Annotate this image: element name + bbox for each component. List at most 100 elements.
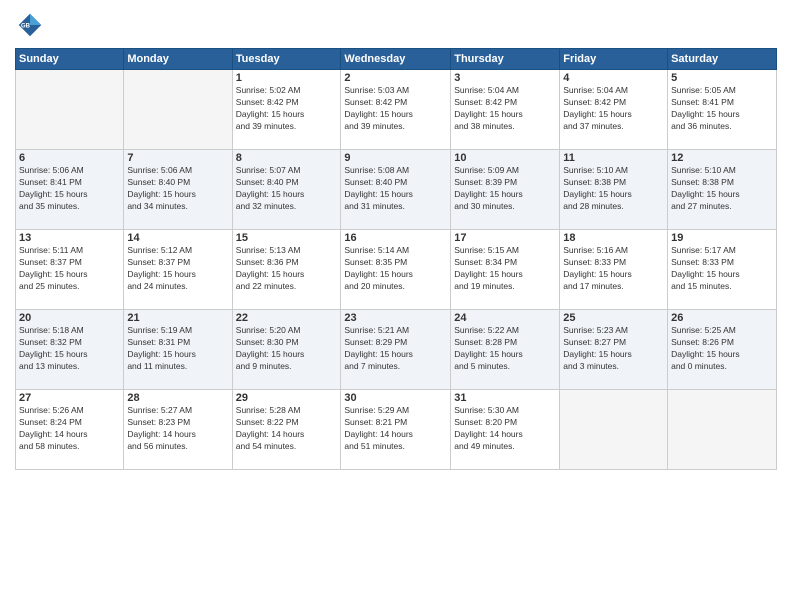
day-number: 8 — [236, 152, 338, 164]
calendar-day-cell: 6Sunrise: 5:06 AM Sunset: 8:41 PM Daylig… — [16, 150, 124, 230]
day-number: 29 — [236, 392, 338, 404]
calendar-day-cell: 16Sunrise: 5:14 AM Sunset: 8:35 PM Dayli… — [341, 230, 451, 310]
day-number: 6 — [19, 152, 120, 164]
calendar-week-row: 27Sunrise: 5:26 AM Sunset: 8:24 PM Dayli… — [16, 390, 777, 470]
calendar-day-cell: 18Sunrise: 5:16 AM Sunset: 8:33 PM Dayli… — [560, 230, 668, 310]
day-info: Sunrise: 5:08 AM Sunset: 8:40 PM Dayligh… — [344, 165, 447, 213]
day-info: Sunrise: 5:19 AM Sunset: 8:31 PM Dayligh… — [127, 325, 228, 373]
calendar-header-sunday: Sunday — [16, 49, 124, 70]
day-info: Sunrise: 5:10 AM Sunset: 8:38 PM Dayligh… — [671, 165, 773, 213]
calendar-header-wednesday: Wednesday — [341, 49, 451, 70]
calendar-header-monday: Monday — [124, 49, 232, 70]
day-info: Sunrise: 5:20 AM Sunset: 8:30 PM Dayligh… — [236, 325, 338, 373]
day-number: 14 — [127, 232, 228, 244]
day-info: Sunrise: 5:23 AM Sunset: 8:27 PM Dayligh… — [563, 325, 664, 373]
day-info: Sunrise: 5:10 AM Sunset: 8:38 PM Dayligh… — [563, 165, 664, 213]
calendar-day-cell: 7Sunrise: 5:06 AM Sunset: 8:40 PM Daylig… — [124, 150, 232, 230]
day-number: 19 — [671, 232, 773, 244]
calendar-day-cell: 27Sunrise: 5:26 AM Sunset: 8:24 PM Dayli… — [16, 390, 124, 470]
svg-text:GB: GB — [21, 23, 31, 29]
calendar-week-row: 13Sunrise: 5:11 AM Sunset: 8:37 PM Dayli… — [16, 230, 777, 310]
day-info: Sunrise: 5:17 AM Sunset: 8:33 PM Dayligh… — [671, 245, 773, 293]
day-number: 2 — [344, 72, 447, 84]
calendar-day-cell: 26Sunrise: 5:25 AM Sunset: 8:26 PM Dayli… — [668, 310, 777, 390]
day-number: 10 — [454, 152, 556, 164]
day-number: 18 — [563, 232, 664, 244]
calendar-day-cell: 2Sunrise: 5:03 AM Sunset: 8:42 PM Daylig… — [341, 70, 451, 150]
calendar-day-cell: 30Sunrise: 5:29 AM Sunset: 8:21 PM Dayli… — [341, 390, 451, 470]
day-number: 3 — [454, 72, 556, 84]
calendar-week-row: 6Sunrise: 5:06 AM Sunset: 8:41 PM Daylig… — [16, 150, 777, 230]
logo-icon: GB — [15, 10, 45, 40]
calendar-day-cell: 28Sunrise: 5:27 AM Sunset: 8:23 PM Dayli… — [124, 390, 232, 470]
day-info: Sunrise: 5:04 AM Sunset: 8:42 PM Dayligh… — [563, 85, 664, 133]
calendar-header-friday: Friday — [560, 49, 668, 70]
calendar-day-cell: 29Sunrise: 5:28 AM Sunset: 8:22 PM Dayli… — [232, 390, 341, 470]
day-info: Sunrise: 5:09 AM Sunset: 8:39 PM Dayligh… — [454, 165, 556, 213]
day-info: Sunrise: 5:26 AM Sunset: 8:24 PM Dayligh… — [19, 405, 120, 453]
calendar-day-cell: 14Sunrise: 5:12 AM Sunset: 8:37 PM Dayli… — [124, 230, 232, 310]
day-info: Sunrise: 5:12 AM Sunset: 8:37 PM Dayligh… — [127, 245, 228, 293]
calendar-day-cell: 31Sunrise: 5:30 AM Sunset: 8:20 PM Dayli… — [451, 390, 560, 470]
day-number: 24 — [454, 312, 556, 324]
calendar-day-cell: 20Sunrise: 5:18 AM Sunset: 8:32 PM Dayli… — [16, 310, 124, 390]
day-info: Sunrise: 5:11 AM Sunset: 8:37 PM Dayligh… — [19, 245, 120, 293]
calendar-day-cell: 21Sunrise: 5:19 AM Sunset: 8:31 PM Dayli… — [124, 310, 232, 390]
logo: GB — [15, 10, 49, 40]
calendar-day-cell: 22Sunrise: 5:20 AM Sunset: 8:30 PM Dayli… — [232, 310, 341, 390]
day-info: Sunrise: 5:15 AM Sunset: 8:34 PM Dayligh… — [454, 245, 556, 293]
calendar-day-cell: 13Sunrise: 5:11 AM Sunset: 8:37 PM Dayli… — [16, 230, 124, 310]
calendar-header-tuesday: Tuesday — [232, 49, 341, 70]
day-info: Sunrise: 5:14 AM Sunset: 8:35 PM Dayligh… — [344, 245, 447, 293]
calendar-header-row: SundayMondayTuesdayWednesdayThursdayFrid… — [16, 49, 777, 70]
calendar-day-cell — [124, 70, 232, 150]
day-info: Sunrise: 5:07 AM Sunset: 8:40 PM Dayligh… — [236, 165, 338, 213]
calendar-day-cell: 10Sunrise: 5:09 AM Sunset: 8:39 PM Dayli… — [451, 150, 560, 230]
day-number: 25 — [563, 312, 664, 324]
day-number: 12 — [671, 152, 773, 164]
day-info: Sunrise: 5:30 AM Sunset: 8:20 PM Dayligh… — [454, 405, 556, 453]
day-info: Sunrise: 5:06 AM Sunset: 8:41 PM Dayligh… — [19, 165, 120, 213]
calendar-week-row: 1Sunrise: 5:02 AM Sunset: 8:42 PM Daylig… — [16, 70, 777, 150]
page: GB SundayMondayTuesdayWednesdayThursdayF… — [0, 0, 792, 612]
day-info: Sunrise: 5:28 AM Sunset: 8:22 PM Dayligh… — [236, 405, 338, 453]
day-number: 30 — [344, 392, 447, 404]
calendar-day-cell: 12Sunrise: 5:10 AM Sunset: 8:38 PM Dayli… — [668, 150, 777, 230]
day-number: 26 — [671, 312, 773, 324]
calendar-day-cell: 17Sunrise: 5:15 AM Sunset: 8:34 PM Dayli… — [451, 230, 560, 310]
calendar-day-cell: 25Sunrise: 5:23 AM Sunset: 8:27 PM Dayli… — [560, 310, 668, 390]
header: GB — [15, 10, 777, 40]
calendar-day-cell — [560, 390, 668, 470]
day-number: 27 — [19, 392, 120, 404]
day-info: Sunrise: 5:29 AM Sunset: 8:21 PM Dayligh… — [344, 405, 447, 453]
calendar-day-cell: 24Sunrise: 5:22 AM Sunset: 8:28 PM Dayli… — [451, 310, 560, 390]
calendar-day-cell — [668, 390, 777, 470]
calendar-day-cell: 8Sunrise: 5:07 AM Sunset: 8:40 PM Daylig… — [232, 150, 341, 230]
day-number: 20 — [19, 312, 120, 324]
day-number: 4 — [563, 72, 664, 84]
calendar-header-saturday: Saturday — [668, 49, 777, 70]
calendar-header-thursday: Thursday — [451, 49, 560, 70]
day-number: 31 — [454, 392, 556, 404]
day-number: 21 — [127, 312, 228, 324]
calendar-day-cell: 3Sunrise: 5:04 AM Sunset: 8:42 PM Daylig… — [451, 70, 560, 150]
day-number: 17 — [454, 232, 556, 244]
day-info: Sunrise: 5:16 AM Sunset: 8:33 PM Dayligh… — [563, 245, 664, 293]
day-number: 23 — [344, 312, 447, 324]
calendar-day-cell: 1Sunrise: 5:02 AM Sunset: 8:42 PM Daylig… — [232, 70, 341, 150]
calendar: SundayMondayTuesdayWednesdayThursdayFrid… — [15, 48, 777, 470]
day-info: Sunrise: 5:04 AM Sunset: 8:42 PM Dayligh… — [454, 85, 556, 133]
day-number: 11 — [563, 152, 664, 164]
calendar-day-cell — [16, 70, 124, 150]
day-number: 5 — [671, 72, 773, 84]
calendar-day-cell: 15Sunrise: 5:13 AM Sunset: 8:36 PM Dayli… — [232, 230, 341, 310]
calendar-day-cell: 19Sunrise: 5:17 AM Sunset: 8:33 PM Dayli… — [668, 230, 777, 310]
day-number: 15 — [236, 232, 338, 244]
calendar-day-cell: 5Sunrise: 5:05 AM Sunset: 8:41 PM Daylig… — [668, 70, 777, 150]
day-number: 28 — [127, 392, 228, 404]
day-number: 7 — [127, 152, 228, 164]
day-info: Sunrise: 5:02 AM Sunset: 8:42 PM Dayligh… — [236, 85, 338, 133]
day-number: 13 — [19, 232, 120, 244]
calendar-day-cell: 4Sunrise: 5:04 AM Sunset: 8:42 PM Daylig… — [560, 70, 668, 150]
day-info: Sunrise: 5:25 AM Sunset: 8:26 PM Dayligh… — [671, 325, 773, 373]
